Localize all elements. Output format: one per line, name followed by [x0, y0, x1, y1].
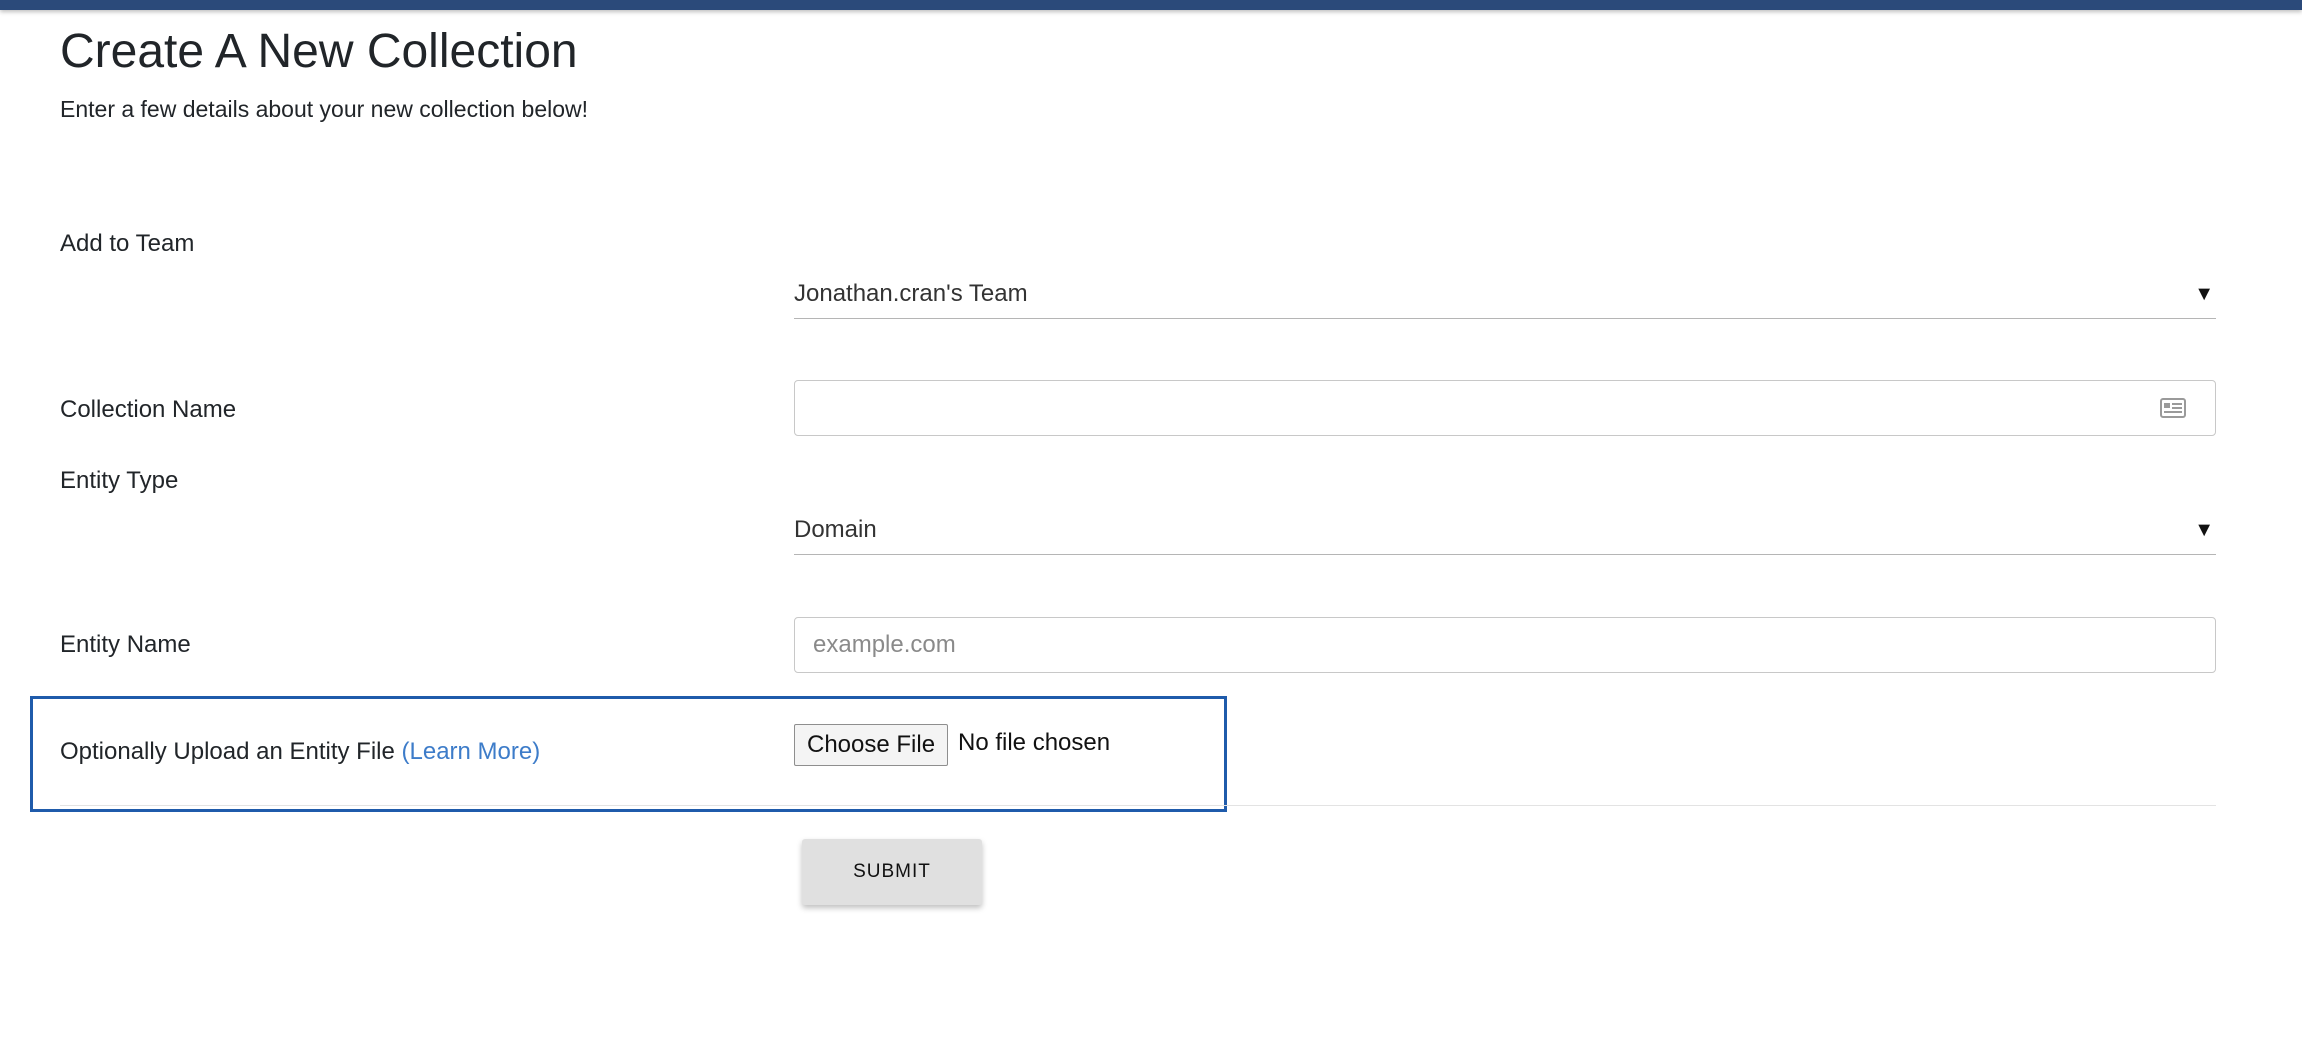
- team-select[interactable]: Jonathan.cran's Team ▼: [794, 274, 2216, 319]
- upload-label: Optionally Upload an Entity File (Learn …: [60, 738, 540, 766]
- page-title: Create A New Collection: [60, 25, 578, 78]
- dropdown-arrow-icon: ▼: [2194, 283, 2214, 305]
- dropdown-arrow-icon: ▼: [2194, 519, 2214, 541]
- top-nav-bar: [0, 0, 2302, 10]
- team-select-value: Jonathan.cran's Team: [794, 280, 1028, 307]
- choose-file-button[interactable]: Choose File: [794, 724, 949, 766]
- page-subtitle: Enter a few details about your new colle…: [60, 96, 589, 122]
- form-divider: [60, 805, 2216, 806]
- entity-name-input[interactable]: [794, 617, 2216, 673]
- entity-type-label: Entity Type: [60, 467, 179, 494]
- collection-name-input[interactable]: [794, 380, 2216, 436]
- id-card-icon: [2160, 398, 2186, 418]
- submit-button[interactable]: SUBMIT: [802, 839, 982, 905]
- entity-type-select[interactable]: Domain ▼: [794, 510, 2216, 555]
- upload-label-text: Optionally Upload an Entity File: [60, 738, 395, 765]
- team-label: Add to Team: [60, 230, 195, 257]
- entity-type-select-value: Domain: [794, 516, 877, 543]
- collection-name-label: Collection Name: [60, 396, 237, 423]
- entity-name-label: Entity Name: [60, 631, 191, 658]
- file-status-text: No file chosen: [958, 729, 1111, 756]
- learn-more-link[interactable]: (Learn More): [402, 738, 541, 765]
